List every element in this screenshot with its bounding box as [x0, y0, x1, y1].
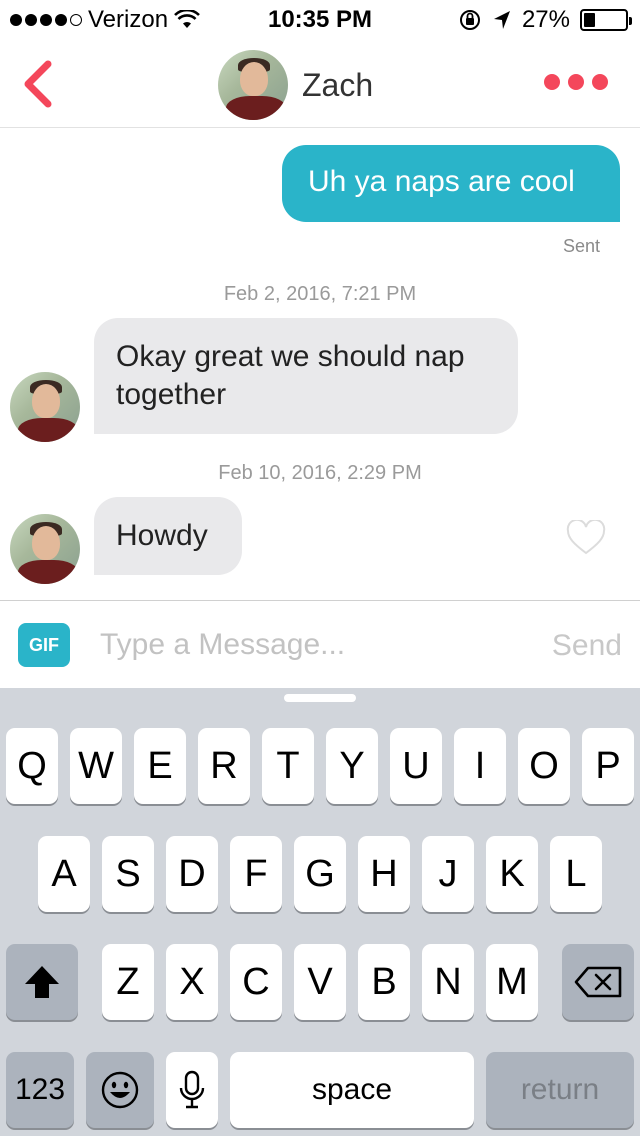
- backspace-key[interactable]: [562, 944, 634, 1020]
- battery-icon: [580, 9, 632, 31]
- message-text-line: together: [116, 377, 227, 411]
- avatar[interactable]: [10, 514, 80, 584]
- chat-header: Zach: [0, 40, 640, 128]
- key-z[interactable]: Z: [102, 944, 154, 1020]
- keyboard-handle[interactable]: [284, 694, 356, 702]
- space-key[interactable]: space: [230, 1052, 474, 1128]
- keyboard: 123 space return QWERTYUIOP ASDFGHJKL ZXCV…: [0, 688, 640, 1136]
- status-right: 27%: [458, 6, 632, 34]
- key-p[interactable]: P: [582, 728, 634, 804]
- shift-key[interactable]: [6, 944, 78, 1020]
- key-w[interactable]: W: [70, 728, 122, 804]
- message-input[interactable]: [100, 623, 520, 667]
- key-b[interactable]: B: [358, 944, 410, 1020]
- contact-header[interactable]: Zach: [218, 50, 373, 120]
- key-e[interactable]: E: [134, 728, 186, 804]
- key-k[interactable]: K: [486, 836, 538, 912]
- key-u[interactable]: U: [390, 728, 442, 804]
- incoming-message-bubble[interactable]: Howdy: [94, 497, 242, 575]
- location-arrow-icon: [493, 11, 510, 29]
- key-h[interactable]: H: [358, 836, 410, 912]
- key-n[interactable]: N: [422, 944, 474, 1020]
- avatar[interactable]: [218, 50, 288, 120]
- contact-name: Zach: [302, 66, 374, 103]
- key-g[interactable]: G: [294, 836, 346, 912]
- message-text: Uh ya naps are cool: [308, 165, 575, 198]
- battery-percent: 27%: [521, 6, 570, 33]
- return-key[interactable]: return: [486, 1052, 634, 1128]
- key-s[interactable]: S: [102, 836, 154, 912]
- microphone-icon: [179, 1070, 205, 1109]
- key-t[interactable]: T: [262, 728, 314, 804]
- emoji-icon: [101, 1071, 139, 1109]
- key-a[interactable]: A: [38, 836, 90, 912]
- key-r[interactable]: R: [198, 728, 250, 804]
- incoming-message-bubble[interactable]: Okay great we should nap together: [94, 318, 518, 434]
- key-c[interactable]: C: [230, 944, 282, 1020]
- key-m[interactable]: M: [486, 944, 538, 1020]
- key-f[interactable]: F: [230, 836, 282, 912]
- outgoing-message-bubble[interactable]: Uh ya naps are cool: [282, 145, 620, 222]
- key-x[interactable]: X: [166, 944, 218, 1020]
- key-y[interactable]: Y: [326, 728, 378, 804]
- chevron-left-icon[interactable]: [18, 60, 58, 108]
- clipped-timestamp: [0, 122, 640, 130]
- key-l[interactable]: L: [550, 836, 602, 912]
- microphone-key[interactable]: [166, 1052, 218, 1128]
- sent-status: Sent: [562, 236, 600, 256]
- message-text-line: Okay great we should nap: [116, 340, 465, 373]
- avatar[interactable]: [10, 372, 80, 442]
- key-o[interactable]: O: [518, 728, 570, 804]
- more-dots-icon[interactable]: [544, 74, 608, 90]
- key-j[interactable]: J: [422, 836, 474, 912]
- message-timestamp: Feb 10, 2016, 2:29 PM: [218, 462, 422, 484]
- emoji-key[interactable]: [86, 1052, 154, 1128]
- message-composer: GIF Send: [0, 600, 640, 688]
- message-timestamp: Feb 2, 2016, 7:21 PM: [223, 283, 417, 305]
- battery-fill: [584, 13, 595, 27]
- backspace-icon: [574, 966, 622, 998]
- heart-icon[interactable]: [566, 520, 606, 556]
- gif-button[interactable]: GIF: [18, 623, 70, 667]
- numbers-key[interactable]: 123: [6, 1052, 74, 1128]
- send-button[interactable]: Send: [552, 629, 622, 663]
- orientation-lock-icon: [459, 10, 480, 30]
- message-text: Howdy: [116, 519, 208, 552]
- status-bar: Verizon 10:35 PM 27%: [0, 0, 640, 40]
- key-q[interactable]: Q: [6, 728, 58, 804]
- key-i[interactable]: I: [454, 728, 506, 804]
- key-d[interactable]: D: [166, 836, 218, 912]
- shift-arrow-icon: [25, 966, 59, 998]
- key-v[interactable]: V: [294, 944, 346, 1020]
